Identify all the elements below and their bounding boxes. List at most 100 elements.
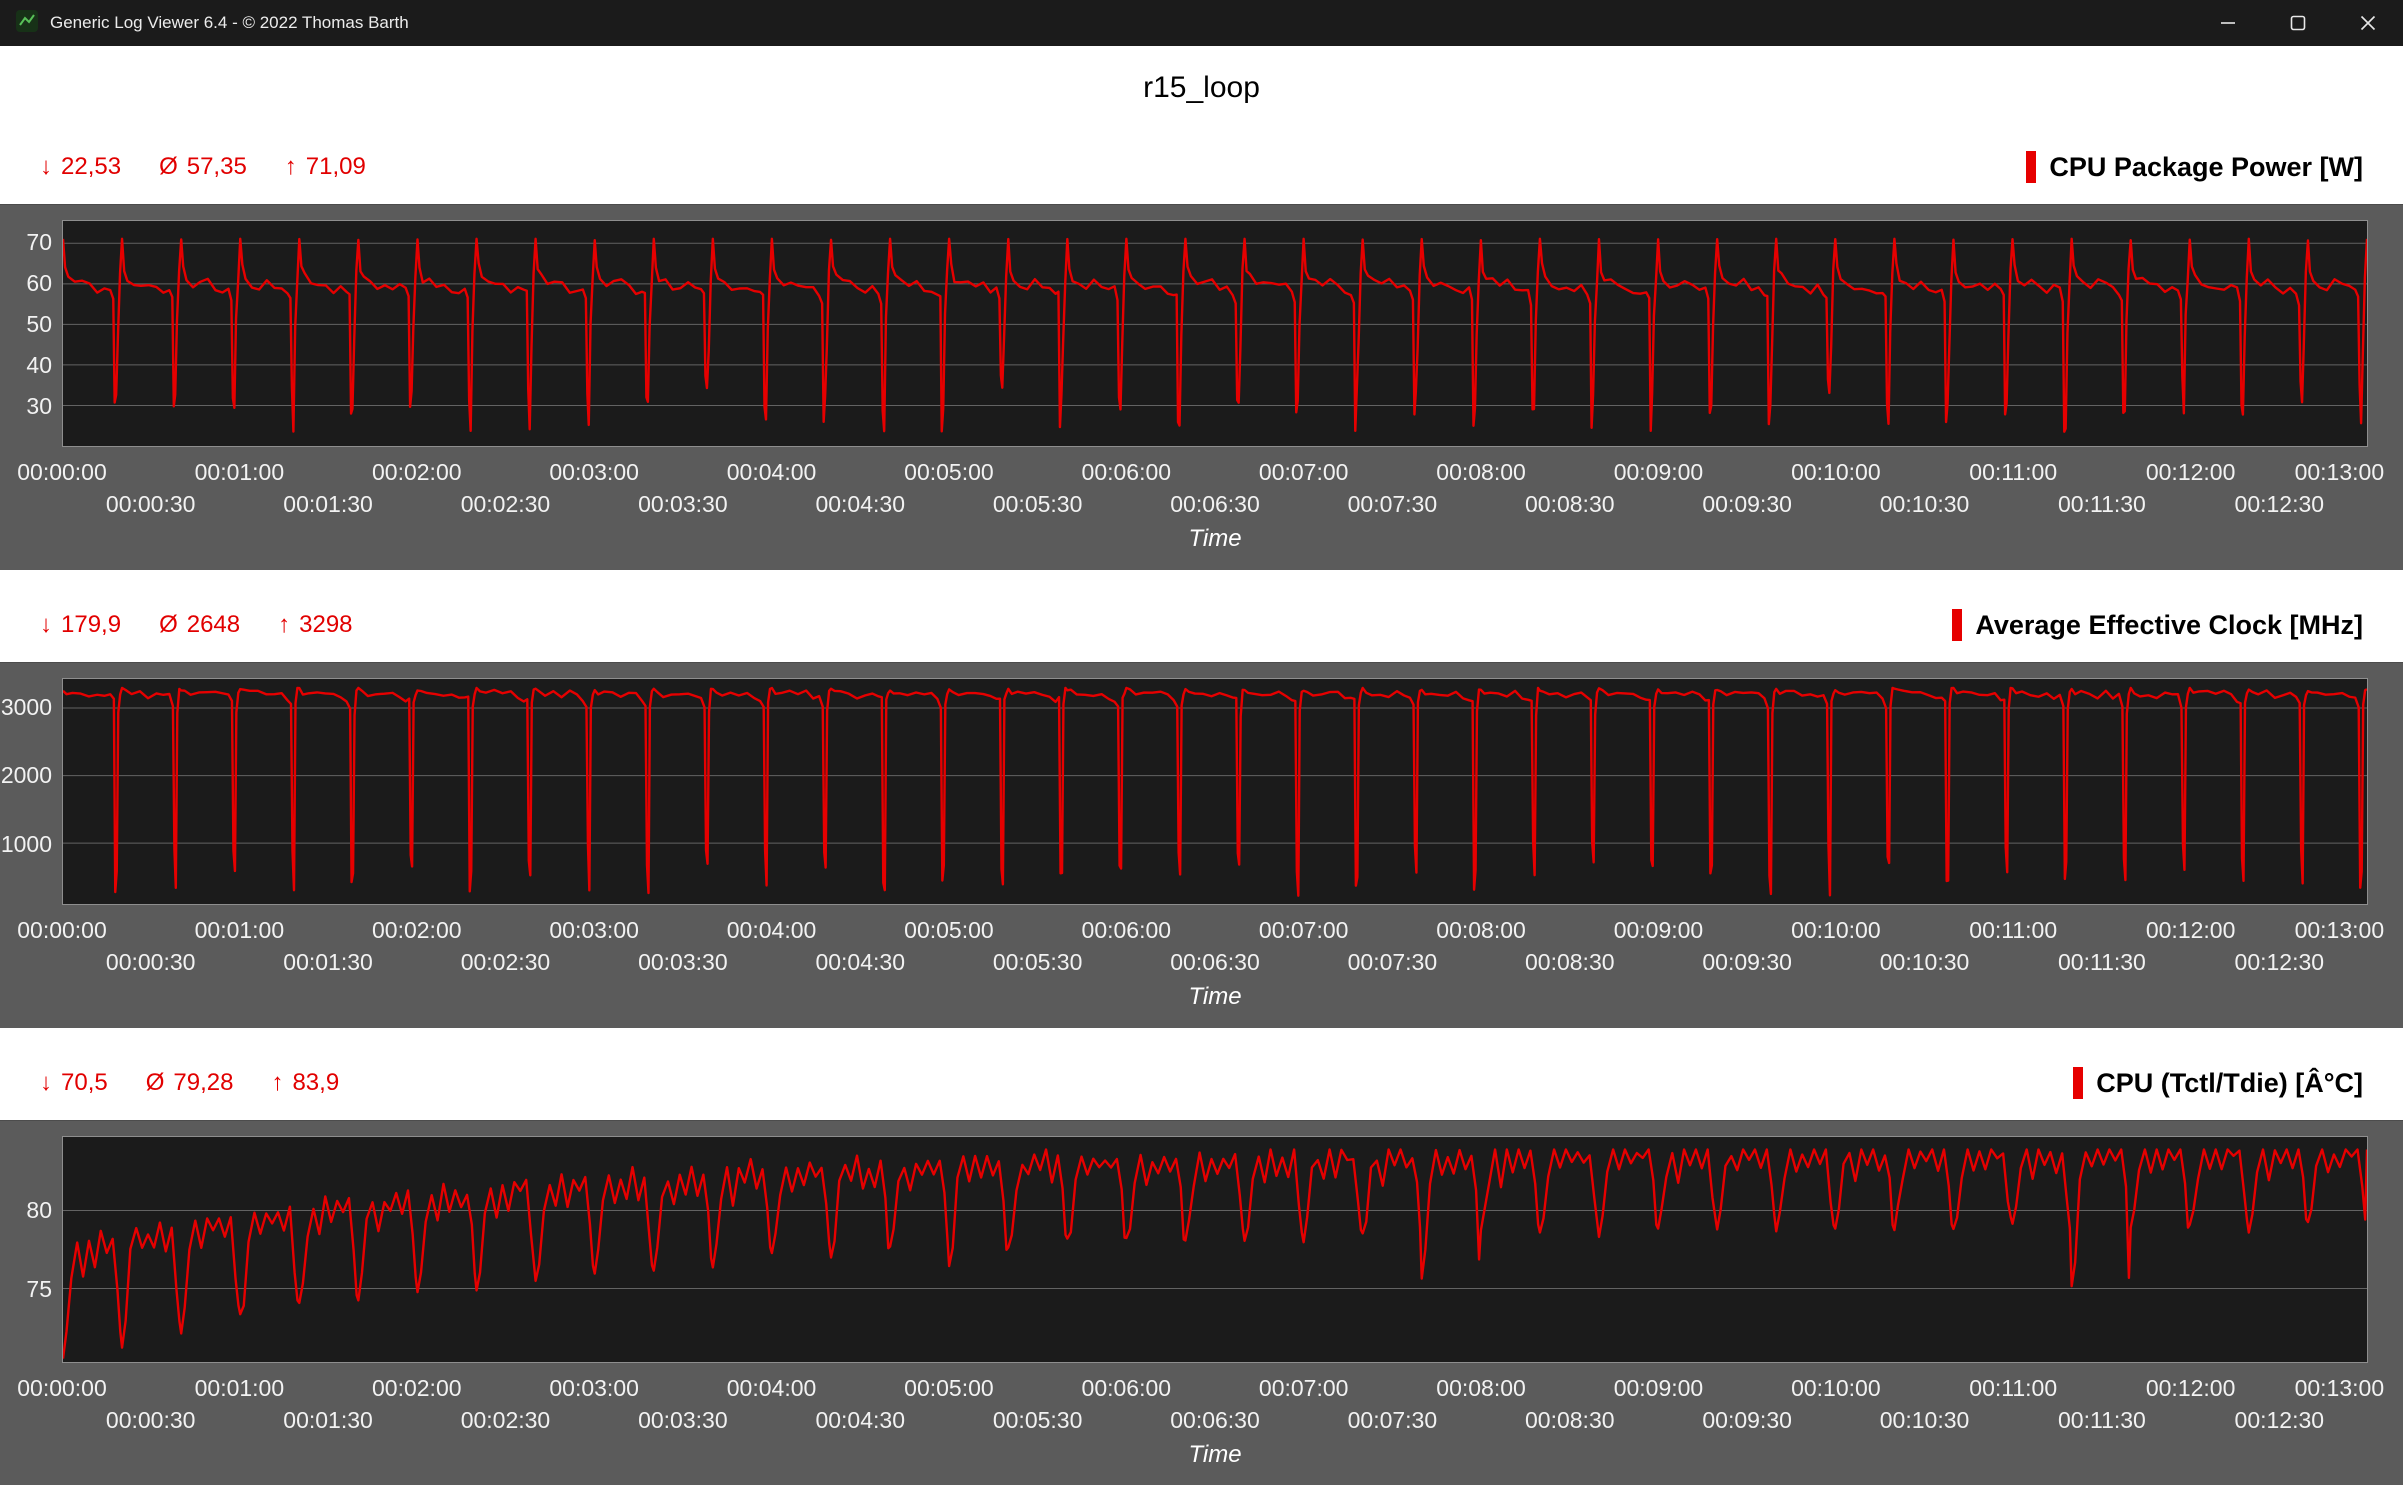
chart-panel-cpu-package-power: ↓22,53 Ø57,35 ↑71,09 CPU Package Power [… (0, 130, 2403, 570)
x-tick-label: 00:00:00 (17, 1375, 107, 1402)
x-tick-label: 00:01:30 (283, 491, 373, 518)
x-tick-label: 00:03:30 (638, 1407, 728, 1434)
x-tick-label: 00:10:00 (1791, 459, 1881, 486)
x-tick-label: 00:04:00 (727, 917, 817, 944)
x-tick-label: 00:04:30 (815, 491, 905, 518)
stat-avg-value: 57,35 (187, 153, 247, 181)
series-line (63, 239, 2367, 432)
page-title-bar: r15_loop (0, 46, 2403, 130)
x-tick-label: 00:02:00 (372, 1375, 462, 1402)
x-tick-label: 00:03:00 (549, 459, 639, 486)
legend-label: Average Effective Clock [MHz] (1975, 610, 2363, 641)
x-tick-label: 00:09:00 (1614, 459, 1704, 486)
x-tick-label: 00:11:30 (2058, 949, 2146, 976)
stat-avg: Ø57,35 (159, 153, 247, 181)
y-tick-label: 3000 (0, 693, 52, 721)
x-tick-label: 00:07:00 (1259, 1375, 1349, 1402)
x-tick-label: 00:08:30 (1525, 491, 1615, 518)
minimize-button[interactable] (2193, 0, 2263, 46)
x-tick-label: 00:08:30 (1525, 1407, 1615, 1434)
x-tick-label: 00:05:30 (993, 491, 1083, 518)
stat-avg: Ø2648 (159, 611, 240, 639)
x-tick-label: 00:06:30 (1170, 949, 1260, 976)
stat-min: ↓179,9 (40, 611, 121, 639)
x-tick-label: 00:13:00 (2295, 459, 2385, 486)
stat-max-value: 71,09 (306, 153, 366, 181)
x-axis-title: Time (62, 1441, 2368, 1469)
x-tick-label: 00:08:00 (1436, 1375, 1526, 1402)
max-arrow-icon: ↑ (271, 1069, 283, 1097)
x-tick-label: 00:06:00 (1082, 917, 1172, 944)
stats-row: ↓179,9 Ø2648 ↑ 3298 Average Effective Clo… (0, 588, 2403, 662)
y-tick-label: 50 (0, 310, 52, 338)
titlebar[interactable]: Generic Log Viewer 6.4 - © 2022 Thomas B… (0, 0, 2403, 46)
x-tick-label: 00:13:00 (2295, 917, 2385, 944)
y-tick-label: 75 (0, 1275, 52, 1303)
x-tick-label: 00:01:00 (195, 459, 285, 486)
x-tick-label: 00:04:30 (815, 949, 905, 976)
chart-region: 3040506070 00:00:0000:01:0000:02:0000:03… (0, 204, 2403, 570)
x-tick-label: 00:11:00 (1969, 1375, 2057, 1402)
y-tick-label: 40 (0, 351, 52, 379)
plot-area[interactable] (62, 1136, 2368, 1363)
x-tick-label: 00:12:30 (2235, 949, 2325, 976)
x-tick-label: 00:07:00 (1259, 917, 1349, 944)
x-tick-label: 00:13:00 (2295, 1375, 2385, 1402)
x-tick-label: 00:02:30 (461, 1407, 551, 1434)
max-arrow-icon: ↑ (285, 153, 297, 181)
x-tick-label: 00:04:00 (727, 459, 817, 486)
chart-panel-cpu-temperature: ↓70,5 Ø79,28 ↑83,9 CPU (Tctl/Tdie) [Â°C]… (0, 1046, 2403, 1485)
x-tick-label: 00:11:00 (1969, 917, 2057, 944)
x-tick-label: 00:08:30 (1525, 949, 1615, 976)
legend-color-marker (2073, 1067, 2083, 1099)
x-tick-label: 00:05:00 (904, 1375, 994, 1402)
x-tick-label: 00:03:00 (549, 917, 639, 944)
x-tick-label: 00:10:00 (1791, 1375, 1881, 1402)
x-tick-label: 00:09:00 (1614, 1375, 1704, 1402)
x-tick-label: 00:02:30 (461, 949, 551, 976)
stat-max-value: 3298 (299, 611, 352, 639)
stat-max: ↑83,9 (271, 1069, 339, 1097)
max-arrow-icon: ↑ (278, 611, 290, 639)
stat-min-value: 70,5 (61, 1069, 108, 1097)
x-tick-label: 00:05:30 (993, 949, 1083, 976)
series-stats: ↓70,5 Ø79,28 ↑83,9 (40, 1069, 339, 1097)
series-legend[interactable]: Average Effective Clock [MHz] (1952, 609, 2363, 641)
x-tick-label: 00:09:30 (1702, 491, 1792, 518)
x-tick-label: 00:01:00 (195, 917, 285, 944)
stat-min: ↓70,5 (40, 1069, 108, 1097)
x-tick-label: 00:06:30 (1170, 491, 1260, 518)
series-legend[interactable]: CPU Package Power [W] (2026, 151, 2363, 183)
avg-icon: Ø (146, 1069, 165, 1097)
x-tick-label: 00:05:30 (993, 1407, 1083, 1434)
series-legend[interactable]: CPU (Tctl/Tdie) [Â°C] (2073, 1067, 2363, 1099)
legend-color-marker (1952, 609, 1962, 641)
y-tick-label: 80 (0, 1196, 52, 1224)
maximize-button[interactable] (2263, 0, 2333, 46)
x-tick-label: 00:06:00 (1082, 459, 1172, 486)
x-tick-label: 00:12:00 (2146, 1375, 2236, 1402)
close-button[interactable] (2333, 0, 2403, 46)
y-tick-label: 60 (0, 269, 52, 297)
app-window: Generic Log Viewer 6.4 - © 2022 Thomas B… (0, 0, 2403, 1485)
close-icon (2360, 15, 2376, 31)
x-tick-label: 00:04:30 (815, 1407, 905, 1434)
stat-max: ↑ 3298 (278, 611, 352, 639)
series-line (63, 688, 2367, 896)
stats-row: ↓70,5 Ø79,28 ↑83,9 CPU (Tctl/Tdie) [Â°C] (0, 1046, 2403, 1120)
stat-avg: Ø79,28 (146, 1069, 234, 1097)
titlebar-left: Generic Log Viewer 6.4 - © 2022 Thomas B… (0, 10, 409, 37)
x-tick-label: 00:07:00 (1259, 459, 1349, 486)
x-tick-label: 00:07:30 (1348, 1407, 1438, 1434)
plot-area[interactable] (62, 220, 2368, 447)
x-tick-label: 00:06:30 (1170, 1407, 1260, 1434)
plot-area[interactable] (62, 678, 2368, 905)
x-tick-label: 00:05:00 (904, 917, 994, 944)
legend-label: CPU (Tctl/Tdie) [Â°C] (2096, 1068, 2363, 1099)
x-tick-label: 00:04:00 (727, 1375, 817, 1402)
chart-region: 100020003000 00:00:0000:01:0000:02:0000:… (0, 662, 2403, 1028)
x-tick-label: 00:03:00 (549, 1375, 639, 1402)
stat-min-value: 179,9 (61, 611, 121, 639)
series-line (63, 1149, 2367, 1358)
x-tick-label: 00:07:30 (1348, 949, 1438, 976)
